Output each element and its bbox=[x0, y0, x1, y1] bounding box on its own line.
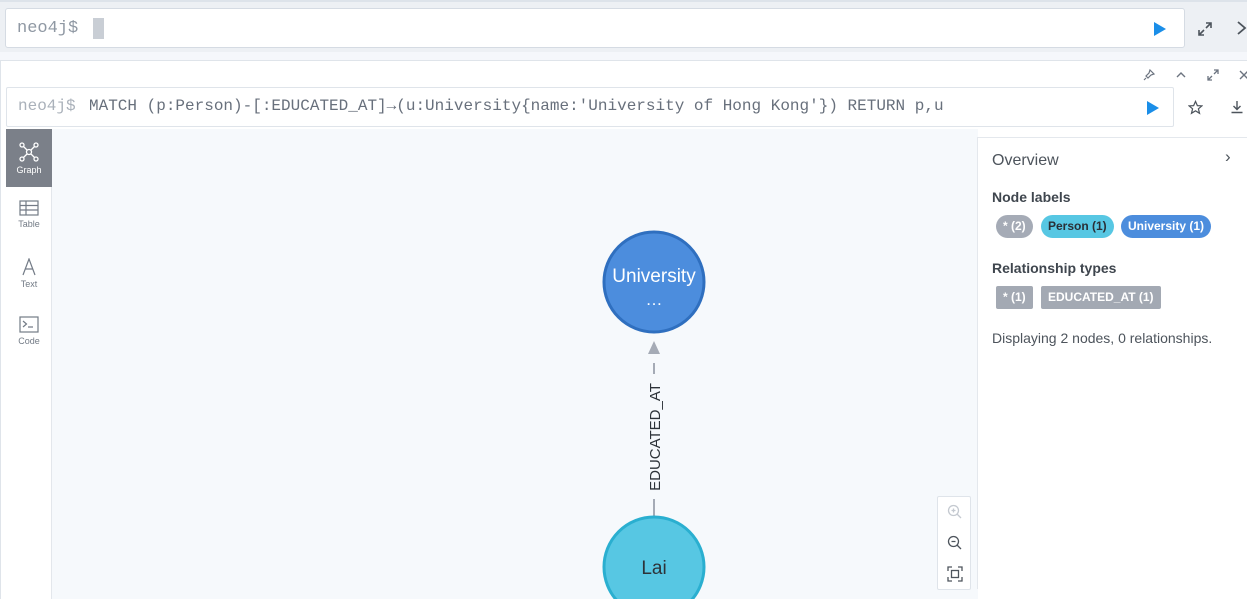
query-text[interactable]: MATCH (p:Person)-[:EDUCATED_AT]→(u:Unive… bbox=[89, 97, 944, 115]
view-side-nav: Graph Table Text Code bbox=[6, 129, 52, 599]
collapse-icon[interactable] bbox=[1174, 68, 1188, 82]
chevron-right-icon[interactable]: › bbox=[1225, 147, 1231, 167]
nav-label: Table bbox=[18, 219, 40, 229]
relationship-arrowhead bbox=[648, 341, 660, 354]
nav-graph[interactable]: Graph bbox=[6, 129, 52, 187]
close-icon[interactable] bbox=[1235, 19, 1247, 37]
relationship-label[interactable]: EDUCATED_AT bbox=[647, 383, 664, 491]
zoom-out-icon[interactable] bbox=[946, 534, 964, 552]
node-label-pill-university[interactable]: University (1) bbox=[1121, 215, 1212, 238]
close-icon[interactable] bbox=[1237, 68, 1247, 82]
star-icon[interactable] bbox=[1188, 100, 1203, 115]
text-cursor bbox=[93, 18, 104, 39]
node-university-label: University bbox=[612, 266, 696, 287]
play-icon[interactable] bbox=[1153, 21, 1167, 37]
editor-prompt: neo4j$ bbox=[17, 19, 79, 38]
nav-table[interactable]: Table bbox=[6, 187, 52, 245]
fit-icon[interactable] bbox=[946, 565, 964, 583]
nav-code[interactable]: Code bbox=[6, 303, 52, 361]
node-label-pill-all[interactable]: * (2) bbox=[996, 215, 1033, 238]
fullscreen-icon[interactable] bbox=[1206, 68, 1220, 82]
overview-title: Overview bbox=[992, 152, 1059, 169]
graph-canvas[interactable]: EDUCATED_AT University … Lai bbox=[52, 129, 978, 599]
nav-label: Text bbox=[20, 279, 38, 289]
zoom-controls bbox=[937, 496, 971, 590]
top-editor: neo4j$ bbox=[0, 0, 1247, 52]
expand-icon[interactable] bbox=[1197, 21, 1213, 37]
query-bar[interactable]: neo4j$ MATCH (p:Person)-[:EDUCATED_AT]→(… bbox=[6, 87, 1174, 127]
pin-icon[interactable] bbox=[1142, 68, 1156, 82]
zoom-in-icon[interactable] bbox=[946, 503, 964, 521]
node-labels-heading: Node labels bbox=[992, 189, 1071, 205]
code-icon bbox=[19, 316, 39, 333]
download-icon[interactable] bbox=[1230, 100, 1244, 114]
node-label-pill-person[interactable]: Person (1) bbox=[1041, 215, 1114, 238]
node-person-label: Lai bbox=[641, 558, 666, 579]
play-icon[interactable] bbox=[1146, 100, 1160, 116]
overview-status: Displaying 2 nodes, 0 relationships. bbox=[992, 330, 1213, 346]
relationship-type-tag-all[interactable]: * (1) bbox=[996, 286, 1033, 309]
relationship-type-tag-educated-at[interactable]: EDUCATED_AT (1) bbox=[1041, 286, 1161, 309]
query-prompt: neo4j$ bbox=[18, 97, 76, 115]
overview-panel: Overview › Node labels * (2) Person (1) … bbox=[977, 137, 1247, 589]
graph-icon bbox=[19, 142, 39, 162]
nav-label: Code bbox=[18, 336, 40, 346]
relationship-types-heading: Relationship types bbox=[992, 260, 1117, 276]
nav-label: Graph bbox=[16, 165, 42, 175]
node-university-sublabel: … bbox=[646, 290, 663, 309]
editor-input[interactable]: neo4j$ bbox=[5, 8, 1185, 48]
nav-text[interactable]: Text bbox=[6, 245, 52, 303]
table-icon bbox=[19, 200, 39, 216]
text-icon bbox=[22, 258, 36, 276]
